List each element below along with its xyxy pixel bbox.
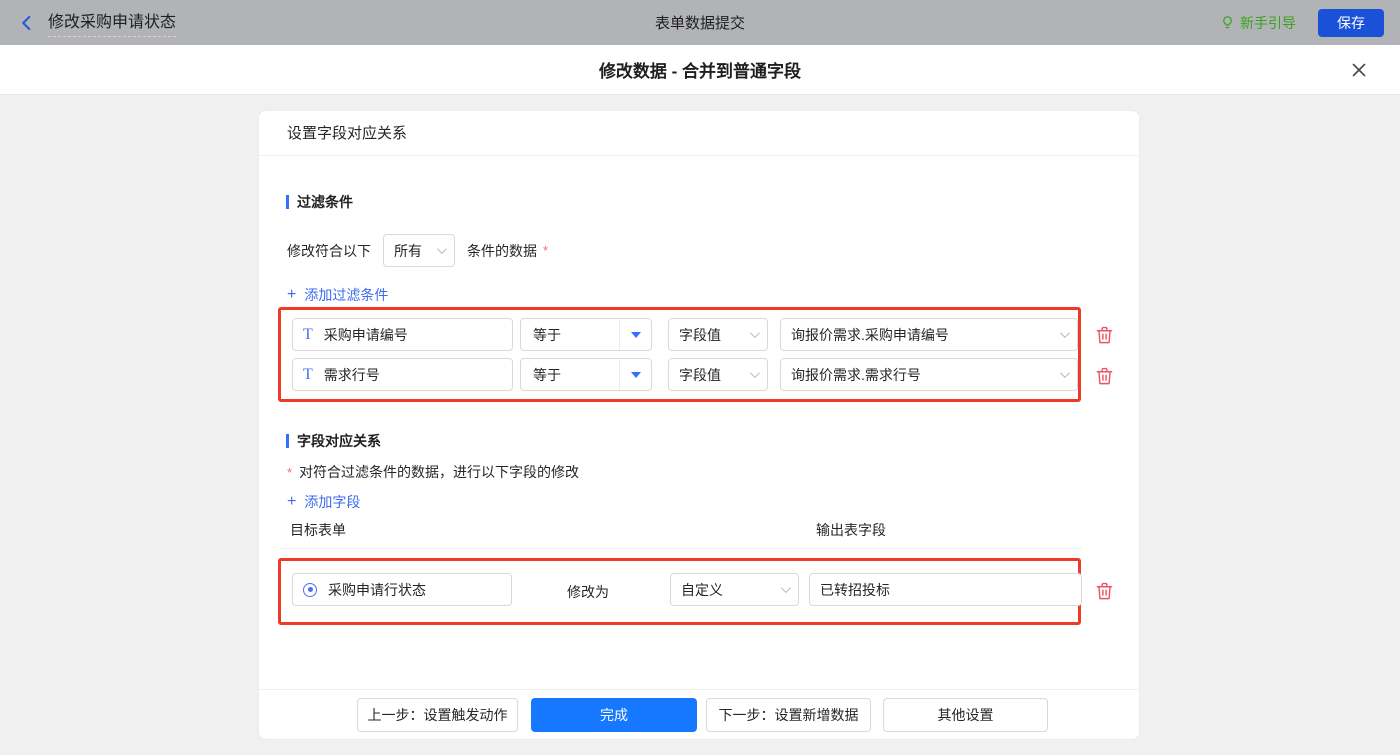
filter-rows-highlight: T 采购申请编号 等于 字段值 询报价需求.采购申请编号 T 需求行号 等于 字…	[278, 307, 1081, 402]
chevron-down-icon	[1059, 368, 1070, 379]
plus-icon: +	[287, 286, 297, 303]
required-mark: *	[543, 243, 549, 258]
beginner-guide-link[interactable]: 新手引导	[1220, 13, 1296, 33]
panel-header: 设置字段对应关系	[259, 111, 1139, 156]
filter-field-select[interactable]: T 采购申请编号	[292, 318, 513, 351]
chevron-down-icon	[436, 244, 447, 255]
chevron-down-icon	[749, 368, 760, 379]
modal-header: 修改数据 - 合并到普通字段	[0, 45, 1400, 95]
lightbulb-icon	[1223, 16, 1232, 29]
add-filter-condition-link[interactable]: + 添加过滤条件	[287, 285, 388, 305]
dropdown-caret-button[interactable]	[619, 359, 651, 390]
filter-section-label: 过滤条件	[297, 194, 353, 210]
close-icon[interactable]	[1348, 59, 1370, 81]
top-bar: 修改采购申请状态 表单数据提交 新手引导 保存	[0, 0, 1400, 45]
guide-label: 新手引导	[1240, 14, 1296, 31]
trash-icon	[1096, 326, 1113, 344]
mapping-description: * 对符合过滤条件的数据，进行以下字段的修改	[287, 462, 579, 482]
mapping-section-title: 字段对应关系	[286, 431, 381, 451]
plus-icon: +	[287, 493, 297, 510]
value-type-select[interactable]: 字段值	[668, 358, 768, 391]
delete-filter-row-button[interactable]	[1095, 366, 1115, 388]
match-mode-row: 修改符合以下 所有 条件的数据 *	[287, 234, 548, 267]
dropdown-caret-button[interactable]	[619, 319, 651, 350]
caret-down-icon	[630, 371, 641, 378]
delete-mapping-row-button[interactable]	[1095, 581, 1115, 603]
add-field-link[interactable]: + 添加字段	[287, 492, 360, 512]
modal-title: 修改数据 - 合并到普通字段	[598, 62, 802, 81]
chevron-down-icon	[749, 328, 760, 339]
match-mode-select[interactable]: 所有	[383, 234, 455, 267]
operator-value: 等于	[533, 326, 561, 343]
divider	[259, 689, 1139, 690]
value-type-select[interactable]: 字段值	[668, 318, 768, 351]
match-suffix-label: 条件的数据	[467, 242, 537, 259]
divider	[279, 548, 1082, 549]
chevron-down-icon	[1059, 328, 1070, 339]
filter-value-select[interactable]: 询报价需求.采购申请编号	[780, 318, 1078, 351]
section-marker	[286, 434, 289, 448]
filter-field-select[interactable]: T 需求行号	[292, 358, 513, 391]
filter-section-title: 过滤条件	[286, 192, 353, 212]
column-header-output-field: 输出表字段	[816, 522, 886, 538]
section-marker	[286, 195, 289, 209]
value-mode-value: 自定义	[681, 581, 723, 598]
done-button[interactable]: 完成	[531, 698, 697, 732]
settings-panel: 设置字段对应关系 过滤条件 修改符合以下 所有 条件的数据 * + 添加过滤条件…	[258, 110, 1140, 740]
save-button[interactable]: 保存	[1318, 8, 1384, 37]
custom-value-text: 已转招投标	[820, 581, 890, 598]
other-settings-button[interactable]: 其他设置	[883, 698, 1048, 732]
match-prefix-label: 修改符合以下	[287, 242, 371, 259]
add-field-label: 添加字段	[304, 494, 361, 510]
text-field-icon: T	[303, 325, 313, 343]
add-filter-label: 添加过滤条件	[304, 287, 389, 303]
match-mode-value: 所有	[394, 242, 422, 259]
chevron-down-icon	[780, 583, 791, 594]
column-header-target-form: 目标表单	[290, 522, 346, 538]
filter-operator-select[interactable]: 等于	[520, 318, 652, 351]
mapping-section-label: 字段对应关系	[297, 433, 381, 449]
target-field-select[interactable]: 采购申请行状态	[292, 573, 512, 606]
radio-field-icon	[303, 582, 317, 597]
prev-step-button[interactable]: 上一步：设置触发动作	[357, 698, 518, 732]
value-mode-select[interactable]: 自定义	[670, 573, 799, 606]
operator-value: 等于	[533, 366, 561, 383]
filter-value: 询报价需求.需求行号	[791, 366, 921, 383]
filter-row: T 采购申请编号 等于 字段值 询报价需求.采购申请编号	[281, 318, 1078, 351]
value-type-value: 字段值	[679, 326, 721, 343]
trash-icon	[1096, 367, 1113, 385]
target-field-value: 采购申请行状态	[328, 581, 426, 598]
caret-down-icon	[630, 331, 641, 338]
page-title: 表单数据提交	[654, 15, 745, 32]
trash-icon	[1096, 582, 1113, 600]
required-mark: *	[287, 464, 293, 480]
mapping-desc-text: 对符合过滤条件的数据，进行以下字段的修改	[299, 464, 580, 480]
filter-value-select[interactable]: 询报价需求.需求行号	[780, 358, 1078, 391]
modify-to-label: 修改为	[567, 583, 609, 600]
filter-value: 询报价需求.采购申请编号	[791, 326, 949, 343]
next-step-button[interactable]: 下一步：设置新增数据	[706, 698, 871, 732]
filter-field-value: 需求行号	[323, 366, 380, 383]
text-field-icon: T	[303, 365, 313, 383]
custom-value-input[interactable]: 已转招投标	[809, 573, 1082, 606]
filter-operator-select[interactable]: 等于	[520, 358, 652, 391]
mapping-row-highlight: 采购申请行状态 修改为 自定义 已转招投标	[278, 558, 1082, 625]
filter-field-value: 采购申请编号	[323, 326, 408, 343]
value-type-value: 字段值	[679, 366, 721, 383]
filter-row: T 需求行号 等于 字段值 询报价需求.需求行号	[281, 358, 1078, 391]
delete-filter-row-button[interactable]	[1095, 325, 1115, 347]
